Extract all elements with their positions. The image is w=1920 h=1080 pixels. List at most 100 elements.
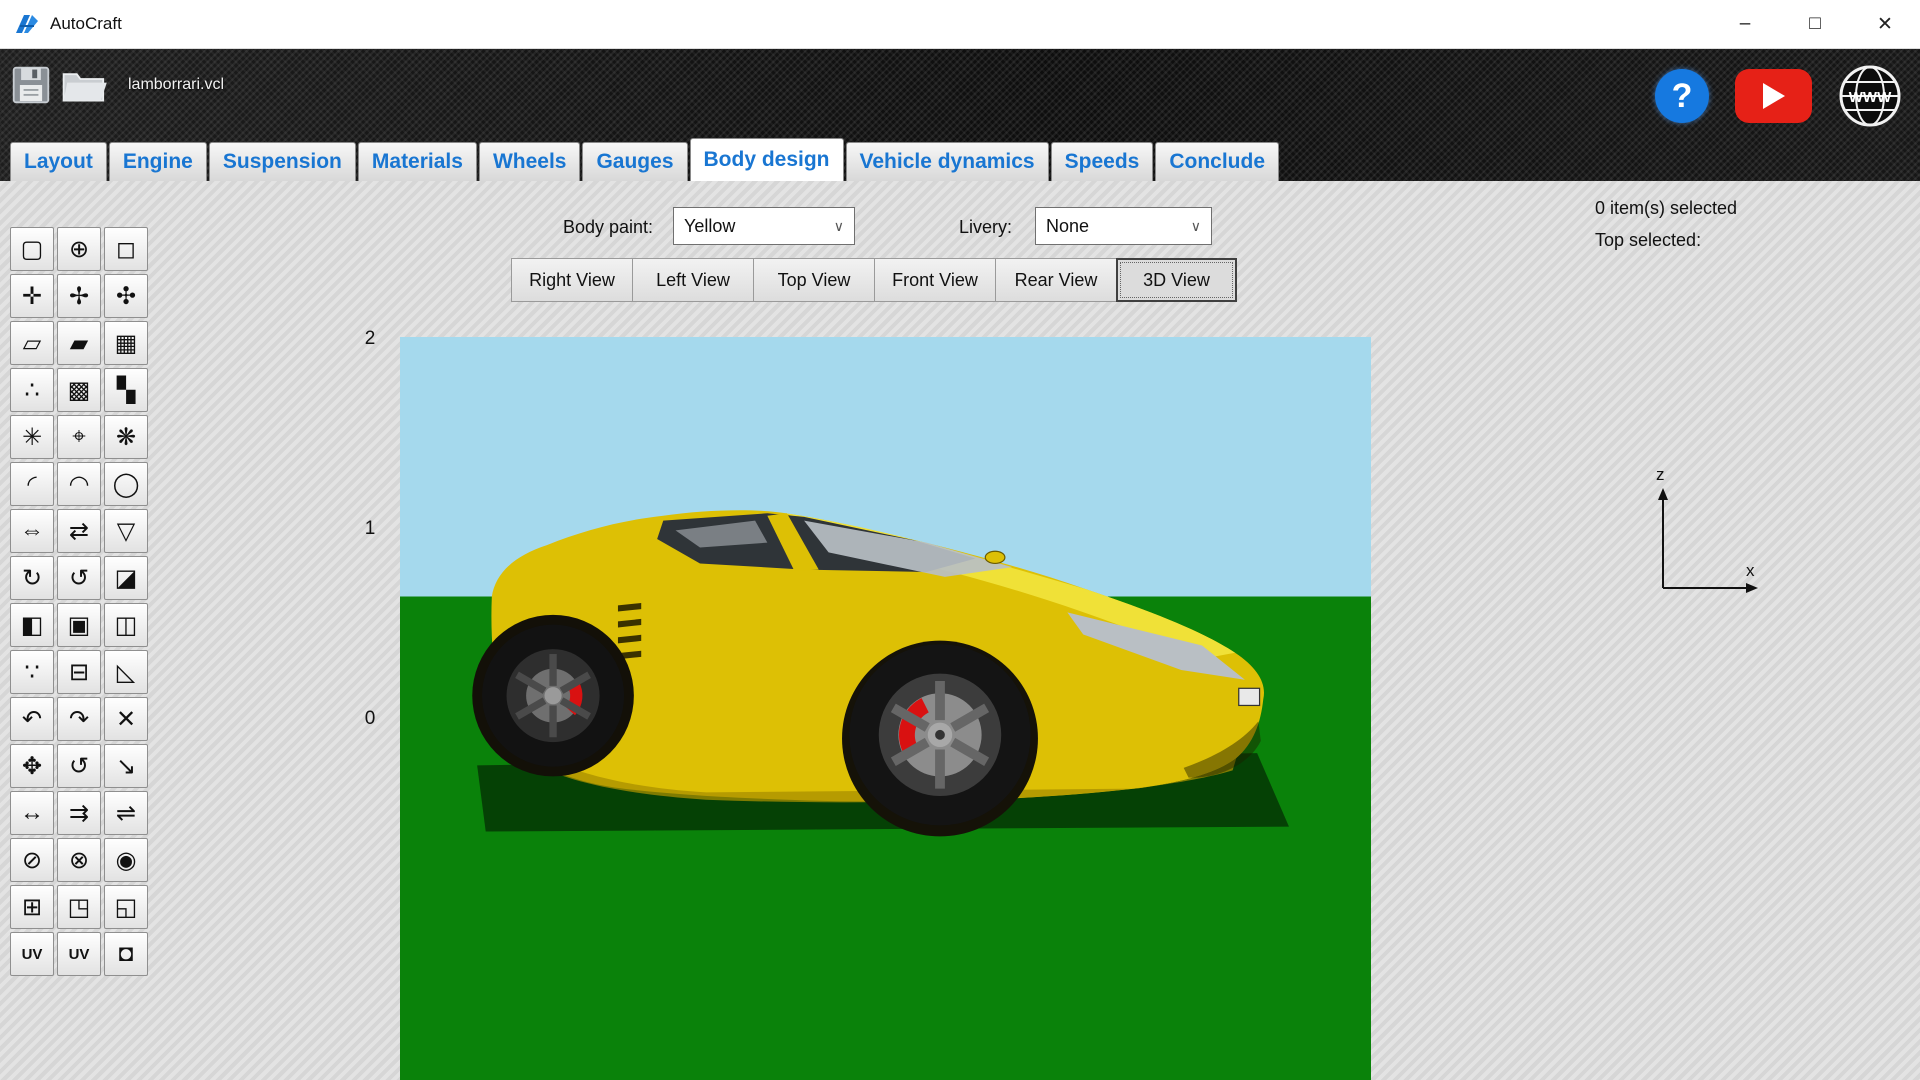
flip-vertical-tool-icon[interactable]: ▽ [104,509,148,553]
stretch-width-tool-icon[interactable]: ⇔ [10,509,54,553]
snap-points-glyph: ✳ [22,423,42,452]
window-title: AutoCraft [50,14,122,34]
move-tool-tool-icon[interactable]: ✥ [10,744,54,788]
curve-arc-tool-icon[interactable]: ◠ [57,462,101,506]
show-object-tool-icon[interactable]: ◉ [104,838,148,882]
add-point-tool-icon[interactable]: ✛ [10,274,54,318]
grid-fill-tool-icon[interactable]: ▩ [57,368,101,412]
volume-box-tool-icon[interactable]: ⊟ [57,650,101,694]
add-point-glyph: ✛ [22,282,42,311]
compress-width-tool-icon[interactable]: ⇄ [57,509,101,553]
tab-materials[interactable]: Materials [358,142,477,181]
align-center-glyph: ⌖ [72,423,86,451]
scale-tool-tool-icon[interactable]: ↘ [104,744,148,788]
redo-tool-icon[interactable]: ↷ [57,697,101,741]
tab-suspension[interactable]: Suspension [209,142,356,181]
view-button-right-view[interactable]: Right View [511,258,632,302]
rotate-tool-tool-icon[interactable]: ↺ [57,744,101,788]
body-paint-value: Yellow [684,216,735,237]
hide-group-tool-icon[interactable]: ⊗ [57,838,101,882]
view-button-rear-view[interactable]: Rear View [995,258,1116,302]
ramp-tool-tool-icon[interactable]: ◺ [104,650,148,694]
axis-z-label: z [1656,465,1665,484]
selection-box-glyph: ◻ [116,235,136,264]
uv-vehicle-tool-icon[interactable]: UV [57,932,101,976]
tab-wheels[interactable]: Wheels [479,142,581,181]
maximize-button[interactable]: □ [1780,0,1850,48]
delete-glyph: ✕ [116,705,136,734]
toolbox: ▢⊕◻✛✢✣▱▰▦∴▩▚✳⌖❋◜◠◯⇔⇄▽↻↺◪◧▣◫∵⊟◺↶↷✕✥↺↘↔⇉⇌⊘… [10,227,148,976]
selection-box-tool-icon[interactable]: ◻ [104,227,148,271]
hide-group-glyph: ⊗ [69,846,89,875]
close-button[interactable]: ✕ [1850,0,1920,48]
copy-layer-glyph: ◳ [68,893,91,922]
rear-wheel [472,615,634,777]
path-points-tool-icon[interactable]: ∴ [10,368,54,412]
add-car-tool-icon[interactable]: ⊕ [57,227,101,271]
add-car-glyph: ⊕ [69,235,89,264]
web-globe-icon[interactable]: WWW [1838,64,1902,128]
view-button-left-view[interactable]: Left View [632,258,753,302]
panel-tool-tool-icon[interactable]: ◫ [104,603,148,647]
new-file-glyph: ▢ [21,235,44,264]
license-plate [1239,688,1260,705]
uv-edit-tool-icon[interactable]: UV [10,932,54,976]
delete-tool-icon[interactable]: ✕ [104,697,148,741]
move-vertex-tool-icon[interactable]: ✣ [104,274,148,318]
move-layer-tool-icon[interactable]: ◱ [104,885,148,929]
save-icon[interactable] [10,64,52,106]
top-selected-label: Top selected: [1595,230,1701,251]
align-center-tool-icon[interactable]: ⌖ [57,415,101,459]
tab-gauges[interactable]: Gauges [582,142,687,181]
node-drop-tool-icon[interactable]: ∵ [10,650,54,694]
tab-body-design[interactable]: Body design [690,138,844,181]
view-buttons: Right ViewLeft ViewTop ViewFront ViewRea… [511,258,1237,302]
tab-conclude[interactable]: Conclude [1155,142,1279,181]
tab-speeds[interactable]: Speeds [1051,142,1154,181]
merge-layer-tool-icon[interactable]: ⊞ [10,885,54,929]
spin-mesh-tool-icon[interactable]: ↺ [57,556,101,600]
new-file-tool-icon[interactable]: ▢ [10,227,54,271]
copy-layer-tool-icon[interactable]: ◳ [57,885,101,929]
view-button-top-view[interactable]: Top View [753,258,874,302]
ellipse-tool-tool-icon[interactable]: ◯ [104,462,148,506]
youtube-icon[interactable] [1735,69,1812,123]
plane-tool-tool-icon[interactable]: ◧ [10,603,54,647]
lattice-tool-tool-icon[interactable]: ▦ [104,321,148,365]
view-button-3d-view[interactable]: 3D View [1116,258,1237,302]
render-photo-tool-icon[interactable]: ◘ [104,932,148,976]
open-folder-icon[interactable] [60,64,108,106]
width-tool-tool-icon[interactable]: ↔ [10,791,54,835]
body-paint-select[interactable]: Yellow ∨ [673,207,855,245]
sculpt-face-tool-icon[interactable]: ◪ [104,556,148,600]
cube-tool-tool-icon[interactable]: ▣ [57,603,101,647]
tab-engine[interactable]: Engine [109,142,207,181]
rotate-mesh-tool-icon[interactable]: ↻ [10,556,54,600]
lattice-tool-glyph: ▦ [115,329,138,358]
title-bar: AutoCraft – □ ✕ [0,0,1920,49]
curve-low-tool-icon[interactable]: ◜ [10,462,54,506]
snap-points-tool-icon[interactable]: ✳ [10,415,54,459]
livery-select[interactable]: None ∨ [1035,207,1212,245]
window-controls: – □ ✕ [1710,0,1920,48]
help-icon[interactable]: ? [1655,69,1709,123]
extrude-tool-tool-icon[interactable]: ⇉ [57,791,101,835]
hide-object-glyph: ⊘ [22,846,42,875]
shear-tool-glyph: ▰ [70,329,88,358]
car-render [400,337,1371,1080]
scatter-tool-icon[interactable]: ❋ [104,415,148,459]
hide-object-tool-icon[interactable]: ⊘ [10,838,54,882]
tab-layout[interactable]: Layout [10,142,107,181]
block-split-tool-icon[interactable]: ▚ [104,368,148,412]
width-tool-glyph: ↔ [20,799,44,827]
viewport-3d[interactable] [400,337,1371,1080]
tab-vehicle-dynamics[interactable]: Vehicle dynamics [846,142,1049,181]
minimize-button[interactable]: – [1710,0,1780,48]
view-button-front-view[interactable]: Front View [874,258,995,302]
sculpt-face-glyph: ◪ [115,564,138,593]
undo-tool-icon[interactable]: ↶ [10,697,54,741]
skew-tool-tool-icon[interactable]: ▱ [10,321,54,365]
add-points-tool-icon[interactable]: ✢ [57,274,101,318]
shear-tool-tool-icon[interactable]: ▰ [57,321,101,365]
mirror-tool-tool-icon[interactable]: ⇌ [104,791,148,835]
